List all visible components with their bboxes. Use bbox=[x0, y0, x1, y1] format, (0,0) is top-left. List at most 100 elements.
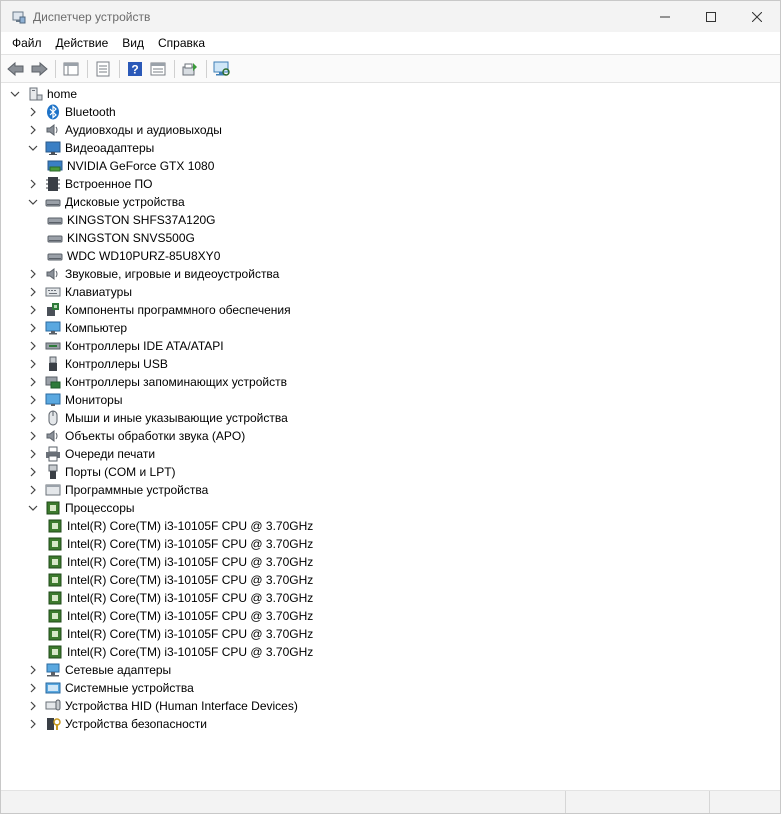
device-tree[interactable]: home Bluetooth Аудиовходы и аудиовыходы Ви… bbox=[1, 83, 780, 789]
disk-icon bbox=[47, 248, 63, 264]
device-manager-window: Диспетчер устройств Файл Действие Вид Сп… bbox=[0, 0, 781, 814]
chevron-right-icon[interactable] bbox=[27, 448, 39, 460]
tree-device[interactable]: Intel(R) Core(TM) i3-10105F CPU @ 3.70GH… bbox=[1, 535, 780, 553]
update-driver-icon bbox=[182, 62, 197, 75]
tree-device[interactable]: WDC WD10PURZ-85U8XY0 bbox=[1, 247, 780, 265]
tree-device[interactable]: NVIDIA GeForce GTX 1080 bbox=[1, 157, 780, 175]
tree-category[interactable]: Порты (COM и LPT) bbox=[1, 463, 780, 481]
chevron-right-icon[interactable] bbox=[27, 700, 39, 712]
disk-icon bbox=[47, 230, 63, 246]
tree-device[interactable]: KINGSTON SHFS37A120G bbox=[1, 211, 780, 229]
chevron-right-icon[interactable] bbox=[27, 358, 39, 370]
window-controls bbox=[642, 1, 780, 32]
tree-category[interactable]: Компоненты программного обеспечения bbox=[1, 301, 780, 319]
chevron-right-icon[interactable] bbox=[27, 718, 39, 730]
update-driver-button[interactable] bbox=[179, 58, 201, 80]
computer-icon bbox=[45, 320, 61, 336]
menu-file[interactable]: Файл bbox=[5, 32, 49, 54]
tree-category[interactable]: Сетевые адаптеры bbox=[1, 661, 780, 679]
tree-device[interactable]: Intel(R) Core(TM) i3-10105F CPU @ 3.70GH… bbox=[1, 607, 780, 625]
tree-device-label: NVIDIA GeForce GTX 1080 bbox=[67, 159, 215, 173]
chevron-right-icon[interactable] bbox=[27, 682, 39, 694]
tree-category[interactable]: Объекты обработки звука (APO) bbox=[1, 427, 780, 445]
processor-icon bbox=[45, 500, 61, 516]
view-button[interactable] bbox=[147, 58, 169, 80]
chevron-right-icon[interactable] bbox=[27, 664, 39, 676]
chevron-down-icon[interactable] bbox=[27, 196, 39, 208]
status-cell bbox=[710, 791, 780, 813]
tree-category[interactable]: Очереди печати bbox=[1, 445, 780, 463]
chevron-right-icon[interactable] bbox=[27, 394, 39, 406]
chevron-right-icon[interactable] bbox=[27, 124, 39, 136]
tree-device[interactable]: Intel(R) Core(TM) i3-10105F CPU @ 3.70GH… bbox=[1, 643, 780, 661]
chevron-right-icon[interactable] bbox=[27, 376, 39, 388]
tree-category[interactable]: Мониторы bbox=[1, 391, 780, 409]
tree-category-label: Аудиовходы и аудиовыходы bbox=[65, 123, 222, 137]
chevron-right-icon[interactable] bbox=[27, 322, 39, 334]
tree-category[interactable]: Клавиатуры bbox=[1, 283, 780, 301]
close-button[interactable] bbox=[734, 1, 780, 32]
tree-category[interactable]: Контроллеры IDE ATA/ATAPI bbox=[1, 337, 780, 355]
tree-root[interactable]: home bbox=[1, 85, 780, 103]
tree-device[interactable]: KINGSTON SNVS500G bbox=[1, 229, 780, 247]
chevron-right-icon[interactable] bbox=[27, 304, 39, 316]
show-hide-tree-button[interactable] bbox=[60, 58, 82, 80]
tree-category[interactable]: Звуковые, игровые и видеоустройства bbox=[1, 265, 780, 283]
tree-category[interactable]: Видеоадаптеры bbox=[1, 139, 780, 157]
toolbar-separator bbox=[119, 59, 120, 78]
processor-icon bbox=[47, 608, 63, 624]
chevron-down-icon[interactable] bbox=[27, 142, 39, 154]
chevron-right-icon[interactable] bbox=[27, 268, 39, 280]
properties-button[interactable] bbox=[92, 58, 114, 80]
chevron-right-icon[interactable] bbox=[27, 484, 39, 496]
tree-device-label: Intel(R) Core(TM) i3-10105F CPU @ 3.70GH… bbox=[67, 573, 314, 587]
title-bar[interactable]: Диспетчер устройств bbox=[1, 1, 780, 32]
chevron-right-icon[interactable] bbox=[27, 340, 39, 352]
chevron-right-icon[interactable] bbox=[27, 430, 39, 442]
tree-category[interactable]: Компьютер bbox=[1, 319, 780, 337]
menu-action[interactable]: Действие bbox=[49, 32, 116, 54]
tree-device[interactable]: Intel(R) Core(TM) i3-10105F CPU @ 3.70GH… bbox=[1, 517, 780, 535]
menu-help[interactable]: Справка bbox=[151, 32, 212, 54]
status-cell bbox=[566, 791, 711, 813]
show-hide-tree-icon bbox=[63, 62, 79, 75]
help-button[interactable]: ? bbox=[124, 58, 146, 80]
back-button[interactable] bbox=[5, 58, 27, 80]
tree-category[interactable]: Устройства HID (Human Interface Devices) bbox=[1, 697, 780, 715]
tree-device[interactable]: Intel(R) Core(TM) i3-10105F CPU @ 3.70GH… bbox=[1, 553, 780, 571]
tree-category[interactable]: Дисковые устройства bbox=[1, 193, 780, 211]
chevron-right-icon[interactable] bbox=[27, 412, 39, 424]
tree-category[interactable]: Процессоры bbox=[1, 499, 780, 517]
software-device-icon bbox=[45, 482, 61, 498]
maximize-icon bbox=[706, 11, 716, 22]
maximize-button[interactable] bbox=[688, 1, 734, 32]
tree-category[interactable]: Аудиовходы и аудиовыходы bbox=[1, 121, 780, 139]
tree-category[interactable]: Bluetooth bbox=[1, 103, 780, 121]
chevron-right-icon[interactable] bbox=[27, 106, 39, 118]
tree-category[interactable]: Системные устройства bbox=[1, 679, 780, 697]
tree-category[interactable]: Программные устройства bbox=[1, 481, 780, 499]
security-device-icon bbox=[45, 716, 61, 732]
tree-device[interactable]: Intel(R) Core(TM) i3-10105F CPU @ 3.70GH… bbox=[1, 625, 780, 643]
chevron-down-icon[interactable] bbox=[9, 88, 21, 100]
chevron-right-icon[interactable] bbox=[27, 466, 39, 478]
tree-category[interactable]: Контроллеры запоминающих устройств bbox=[1, 373, 780, 391]
tree-category[interactable]: Контроллеры USB bbox=[1, 355, 780, 373]
tree-device[interactable]: Intel(R) Core(TM) i3-10105F CPU @ 3.70GH… bbox=[1, 589, 780, 607]
forward-button[interactable] bbox=[28, 58, 50, 80]
tree-category-label: Программные устройства bbox=[65, 483, 209, 497]
tree-device[interactable]: Intel(R) Core(TM) i3-10105F CPU @ 3.70GH… bbox=[1, 571, 780, 589]
menu-view[interactable]: Вид bbox=[115, 32, 151, 54]
tree-category-label: Контроллеры запоминающих устройств bbox=[65, 375, 287, 389]
tree-category-label: Видеоадаптеры bbox=[65, 141, 155, 155]
scan-hardware-button[interactable] bbox=[211, 58, 233, 80]
minimize-button[interactable] bbox=[642, 1, 688, 32]
chevron-down-icon[interactable] bbox=[27, 502, 39, 514]
chevron-right-icon[interactable] bbox=[27, 178, 39, 190]
processor-icon bbox=[47, 536, 63, 552]
tree-category[interactable]: Встроенное ПО bbox=[1, 175, 780, 193]
tree-category[interactable]: Мыши и иные указывающие устройства bbox=[1, 409, 780, 427]
processor-icon bbox=[47, 572, 63, 588]
tree-category[interactable]: Устройства безопасности bbox=[1, 715, 780, 733]
chevron-right-icon[interactable] bbox=[27, 286, 39, 298]
